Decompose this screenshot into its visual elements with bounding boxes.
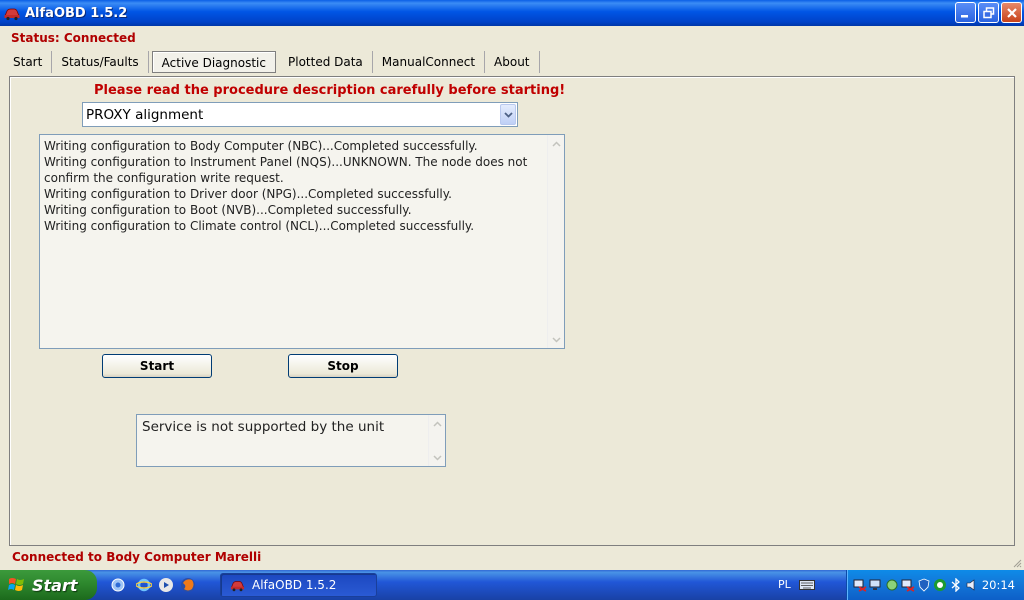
minimize-button[interactable] <box>955 2 976 23</box>
network-disconnected-icon[interactable] <box>853 578 867 592</box>
log-line: Writing configuration to Climate control… <box>44 219 475 233</box>
tab-manual-connect[interactable]: ManualConnect <box>373 51 486 73</box>
bottom-connection-status: Connected to Body Computer Marelli <box>12 550 262 564</box>
taskbar-task-alfaobd[interactable]: AlfaOBD 1.5.2 <box>220 573 377 597</box>
procedure-select-value: PROXY alignment <box>86 107 204 123</box>
minimize-icon <box>961 15 968 18</box>
log-scrollbar[interactable] <box>547 135 564 348</box>
log-line: Writing configuration to Driver door (NP… <box>44 187 452 201</box>
procedure-log[interactable]: Writing configuration to Body Computer (… <box>39 134 565 349</box>
close-button[interactable] <box>1001 2 1022 23</box>
volume-icon[interactable] <box>965 578 979 592</box>
keyboard-icon[interactable] <box>799 579 815 591</box>
network-error-icon[interactable] <box>901 578 915 592</box>
start-menu-button[interactable]: Start <box>0 570 97 600</box>
connection-status: Status: Connected <box>11 31 136 45</box>
tab-bar: Start Status/Faults Active Diagnostic Pl… <box>4 51 540 73</box>
scroll-up-button[interactable] <box>430 416 445 431</box>
log-line: confirm the configuration write request. <box>44 171 284 185</box>
log-lines: Writing configuration to Body Computer (… <box>44 138 544 234</box>
tab-plotted-data[interactable]: Plotted Data <box>279 51 373 73</box>
log-line: Writing configuration to Body Computer (… <box>44 139 478 153</box>
service-message-box[interactable]: Service is not supported by the unit <box>136 414 446 467</box>
tab-about[interactable]: About <box>485 51 540 73</box>
clock[interactable]: 20:14 <box>982 578 1015 592</box>
chevron-up-icon <box>433 420 442 427</box>
system-tray: 20:14 <box>846 570 1024 600</box>
scroll-down-button[interactable] <box>430 450 445 465</box>
tab-start[interactable]: Start <box>4 51 53 73</box>
chevron-down-icon <box>433 454 442 461</box>
app-car-icon <box>230 581 245 592</box>
procedure-select[interactable]: PROXY alignment <box>82 102 518 127</box>
start-label: Start <box>32 575 78 595</box>
restore-button[interactable] <box>978 2 999 23</box>
network-status-icon[interactable] <box>885 578 899 592</box>
start-button[interactable]: Start <box>102 354 212 378</box>
resize-grip-icon[interactable] <box>1012 558 1022 568</box>
language-indicator[interactable]: PL <box>778 578 791 591</box>
tab-status-faults[interactable]: Status/Faults <box>52 51 149 73</box>
windows-logo-icon <box>8 578 24 591</box>
quicklaunch-browser-icon[interactable] <box>110 577 126 593</box>
window-title: AlfaOBD 1.5.2 <box>25 5 128 21</box>
message-scrollbar[interactable] <box>428 415 445 466</box>
firefox-icon[interactable] <box>180 577 196 593</box>
service-message: Service is not supported by the unit <box>142 419 385 435</box>
network-computer-icon[interactable] <box>869 578 883 592</box>
scroll-up-button[interactable] <box>549 136 564 151</box>
media-player-icon[interactable] <box>158 577 174 593</box>
taskbar: Start AlfaOBD 1.5.2 PL 20:14 <box>0 570 1024 600</box>
close-icon <box>1006 7 1017 18</box>
tab-active-diagnostic[interactable]: Active Diagnostic <box>151 51 276 73</box>
bluetooth-icon[interactable] <box>949 578 963 592</box>
stop-button[interactable]: Stop <box>288 354 398 378</box>
log-line: Writing configuration to Boot (NVB)...Co… <box>44 203 412 217</box>
scroll-down-button[interactable] <box>549 332 564 347</box>
procedure-select-dropdown-button[interactable] <box>500 104 516 125</box>
app-car-icon <box>4 8 20 21</box>
chevron-down-icon <box>503 111 513 118</box>
antivirus-icon[interactable] <box>933 578 947 592</box>
task-label: AlfaOBD 1.5.2 <box>252 578 337 592</box>
restore-icon <box>982 6 994 18</box>
log-line: Writing configuration to Instrument Pane… <box>44 155 528 169</box>
title-bar: AlfaOBD 1.5.2 <box>0 0 1024 26</box>
procedure-warning: Please read the procedure description ca… <box>94 83 566 98</box>
internet-explorer-icon[interactable] <box>136 577 152 593</box>
chevron-up-icon <box>552 140 561 147</box>
security-center-icon[interactable] <box>917 578 931 592</box>
chevron-down-icon <box>552 336 561 343</box>
